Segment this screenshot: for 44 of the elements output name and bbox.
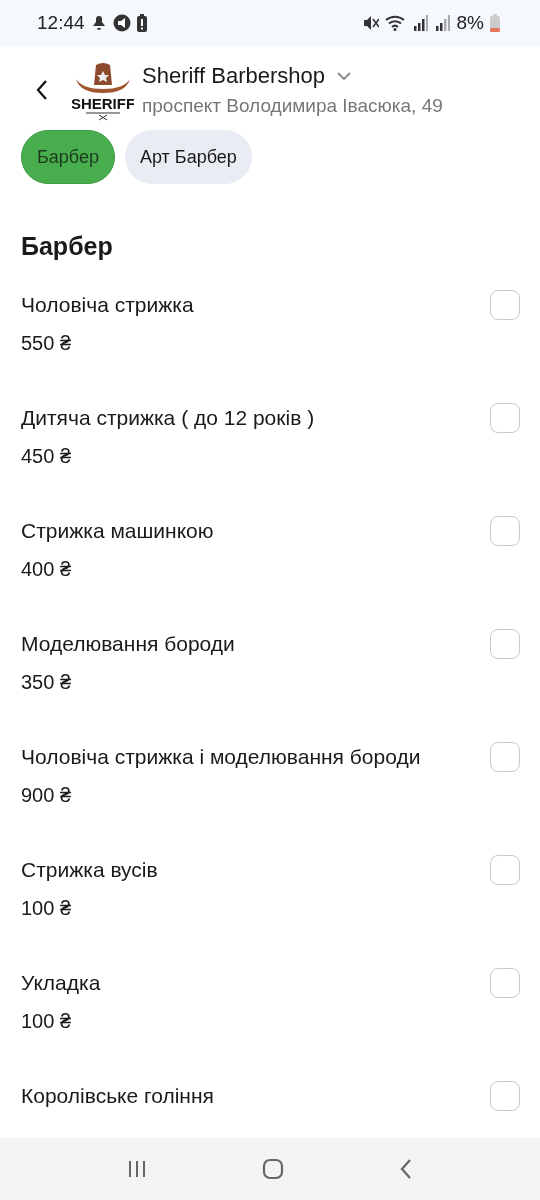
service-name: Моделювання бороди bbox=[21, 632, 235, 656]
megaphone-icon bbox=[112, 14, 131, 32]
service-name: Королівське гоління bbox=[21, 1084, 214, 1108]
signal-icon bbox=[412, 15, 429, 31]
back-icon bbox=[35, 79, 49, 101]
service-name: Чоловіча стрижка і моделювання бороди bbox=[21, 745, 421, 769]
service-price: 900 ₴ bbox=[21, 784, 73, 807]
service-name: Укладка bbox=[21, 971, 101, 995]
checkbox[interactable] bbox=[490, 968, 520, 998]
service-price: 450 ₴ bbox=[21, 445, 73, 468]
notification-icon bbox=[90, 14, 107, 32]
service-price: 100 ₴ bbox=[21, 897, 73, 920]
mute-icon bbox=[362, 15, 379, 31]
checkbox[interactable] bbox=[490, 516, 520, 546]
service-name: Стрижка вусів bbox=[21, 858, 158, 882]
checkbox[interactable] bbox=[490, 629, 520, 659]
wifi-icon bbox=[384, 15, 407, 31]
service-name: Чоловіча стрижка bbox=[21, 293, 194, 317]
category-chip[interactable]: Барбер bbox=[21, 130, 115, 184]
section-title: Барбер bbox=[21, 232, 114, 261]
checkbox[interactable] bbox=[490, 1081, 520, 1111]
checkbox[interactable] bbox=[490, 290, 520, 320]
battery-icon bbox=[490, 14, 500, 32]
shop-name[interactable]: Sheriff Barbershop bbox=[142, 63, 326, 89]
back-icon[interactable] bbox=[398, 1158, 413, 1180]
category-chip[interactable]: Арт Барбер bbox=[124, 130, 252, 184]
service-price: 400 ₴ bbox=[21, 558, 73, 581]
checkbox[interactable] bbox=[490, 855, 520, 885]
chevron-down-icon[interactable] bbox=[337, 71, 352, 81]
service-price: 100 ₴ bbox=[21, 1010, 73, 1033]
checkbox[interactable] bbox=[490, 403, 520, 433]
service-name: Дитяча стрижка ( до 12 років ) bbox=[21, 406, 315, 430]
signal-icon bbox=[434, 15, 451, 31]
logo: SHERIFF bbox=[72, 59, 134, 121]
battery-alert-icon bbox=[136, 14, 147, 32]
status-time: 12:44 bbox=[37, 12, 85, 34]
checkbox[interactable] bbox=[490, 742, 520, 772]
home-icon[interactable] bbox=[262, 1158, 284, 1180]
service-price: 550 ₴ bbox=[21, 332, 73, 355]
recent-apps-icon[interactable] bbox=[127, 1159, 148, 1179]
service-price: 350 ₴ bbox=[21, 671, 73, 694]
shop-address: проспект Володимира Івасюка, 49 bbox=[142, 95, 443, 117]
battery-percent: 8% bbox=[456, 12, 484, 34]
service-name: Стрижка машинкою bbox=[21, 519, 214, 543]
